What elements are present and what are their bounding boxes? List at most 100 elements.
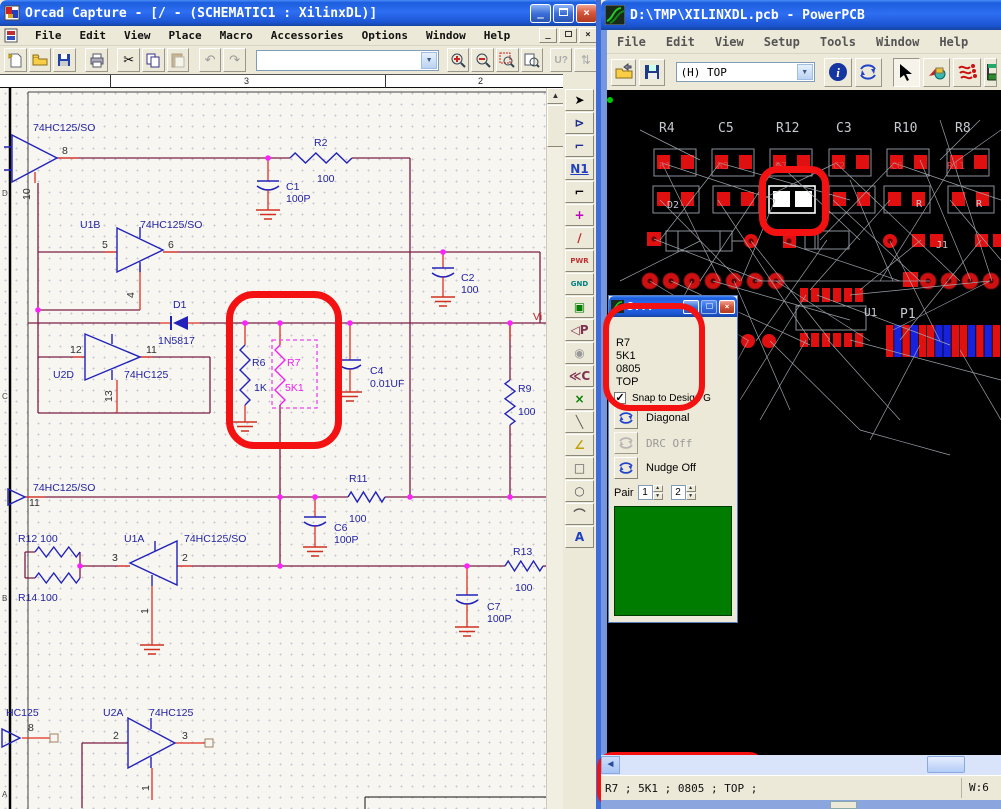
- pcb-pad[interactable]: [833, 192, 846, 206]
- p1-connector-pad[interactable]: [927, 325, 934, 357]
- pcb-save-button[interactable]: [639, 59, 664, 86]
- schematic-canvas[interactable]: 74HC125/SO810U1B74HC125/SO564R2100C1100P…: [0, 88, 546, 809]
- place-junction-tool[interactable]: +: [565, 204, 594, 226]
- mdi-minimize-button[interactable]: _: [539, 28, 557, 43]
- chevron-down-icon[interactable]: ▼: [797, 64, 813, 80]
- p1-connector-pad[interactable]: [984, 325, 991, 357]
- pcb-titlebar[interactable]: D:\TMP\XILINXDL.pcb - PowerPCB: [601, 0, 1001, 30]
- hierarchical-port-tool[interactable]: ◁P: [565, 319, 594, 341]
- orcad-menu-macro[interactable]: Macro: [218, 27, 255, 44]
- scrollbar-thumb[interactable]: [547, 105, 564, 147]
- p1-connector-pad[interactable]: [919, 325, 926, 357]
- pcb-menu-edit[interactable]: Edit: [664, 33, 697, 51]
- zoom-out-button[interactable]: [471, 48, 494, 72]
- p1-connector-pad[interactable]: [952, 325, 959, 357]
- zoom-area-button[interactable]: [496, 48, 519, 72]
- copy-button[interactable]: [142, 48, 165, 72]
- nudge-off-button[interactable]: [614, 457, 638, 479]
- no-connect-tool[interactable]: ×: [565, 388, 594, 410]
- orcad-menu-edit[interactable]: Edit: [78, 27, 109, 44]
- layer-combo[interactable]: (H) TOP ▼: [676, 62, 815, 82]
- p1-connector-pad[interactable]: [968, 325, 975, 357]
- pair2-input[interactable]: 2: [671, 485, 686, 500]
- place-bus-tool[interactable]: ⌐: [565, 181, 594, 203]
- p1-connector-pad[interactable]: [911, 325, 918, 357]
- open-button[interactable]: [29, 48, 52, 72]
- redraw-button[interactable]: [855, 58, 882, 87]
- pcb-pad[interactable]: [717, 192, 730, 206]
- orcad-menu-view[interactable]: View: [122, 27, 153, 44]
- pair1-input[interactable]: 1: [638, 485, 653, 500]
- orcad-titlebar[interactable]: Orcad Capture - [/ - (SCHEMATIC1 : Xilin…: [0, 0, 601, 26]
- pcb-pad[interactable]: [952, 192, 965, 206]
- p1-connector-pad[interactable]: [976, 325, 983, 357]
- pcb-hscrollbar[interactable]: ◄: [601, 755, 1001, 775]
- place-ground-tool[interactable]: GND: [565, 273, 594, 295]
- rectangle-tool[interactable]: □: [565, 457, 594, 479]
- zoom-all-button[interactable]: [521, 48, 544, 72]
- resistor-symbol[interactable]: [35, 573, 80, 583]
- pcb-pad[interactable]: [741, 192, 754, 206]
- pair1-spinner[interactable]: ▲▼: [653, 485, 663, 500]
- pcb-menu-tools[interactable]: Tools: [818, 33, 858, 51]
- info-button[interactable]: i: [824, 58, 851, 87]
- resistor-symbol[interactable]: [505, 380, 515, 425]
- orcad-menu-accessories[interactable]: Accessories: [269, 27, 346, 44]
- schematic-vscrollbar[interactable]: ▲: [546, 88, 563, 809]
- paste-button[interactable]: [167, 48, 190, 72]
- scroll-left-icon[interactable]: ◄: [601, 756, 620, 774]
- scroll-up-icon[interactable]: ▲: [547, 88, 564, 104]
- hierarchical-block-tool[interactable]: ▣: [565, 296, 594, 318]
- orcad-menu-place[interactable]: Place: [167, 27, 204, 44]
- update-properties-button[interactable]: ⇅: [574, 48, 597, 72]
- arc-tool[interactable]: ⌒: [565, 503, 594, 525]
- pcb-pad[interactable]: [856, 155, 869, 169]
- bus-entry-tool[interactable]: ∕: [565, 227, 594, 249]
- line-tool[interactable]: ╲: [565, 411, 594, 433]
- p1-connector-pad[interactable]: [993, 325, 1000, 357]
- select-mode-button[interactable]: [893, 58, 920, 87]
- off-page-connector-tool[interactable]: ≪C: [565, 365, 594, 387]
- panel-titlebar[interactable]: S... _ ×: [609, 296, 737, 317]
- hierarchical-pin-tool[interactable]: ◉: [565, 342, 594, 364]
- zoom-in-button[interactable]: [447, 48, 470, 72]
- ellipse-tool[interactable]: ○: [565, 480, 594, 502]
- pcb-pad[interactable]: [974, 155, 987, 169]
- p1-connector-pad[interactable]: [943, 325, 950, 357]
- diagonal-button[interactable]: [614, 407, 638, 429]
- drafting-toolbox-button[interactable]: [984, 58, 997, 87]
- cut-button[interactable]: ✂: [117, 48, 140, 72]
- scrollbar-thumb[interactable]: [927, 756, 965, 773]
- orcad-menu-file[interactable]: File: [33, 27, 64, 44]
- orcad-menu-window[interactable]: Window: [424, 27, 468, 44]
- panel-maximize-button[interactable]: [701, 300, 717, 314]
- resistor-symbol[interactable]: [35, 547, 80, 557]
- print-button[interactable]: [85, 48, 108, 72]
- pcb-menu-window[interactable]: Window: [874, 33, 921, 51]
- design-toolbox-button[interactable]: [923, 58, 950, 87]
- place-power-tool[interactable]: PWR: [565, 250, 594, 272]
- find-combo[interactable]: ▼: [256, 50, 440, 71]
- net-alias-tool[interactable]: N1: [565, 158, 594, 180]
- pcb-pad[interactable]: [739, 155, 752, 169]
- maximize-button[interactable]: [553, 4, 574, 23]
- chevron-down-icon[interactable]: ▼: [421, 52, 437, 69]
- select-tool[interactable]: ➤: [565, 89, 594, 111]
- route-toolbox-button[interactable]: [953, 58, 980, 87]
- diode-d1[interactable]: [171, 316, 188, 330]
- resistor-symbol[interactable]: [290, 153, 352, 163]
- new-button[interactable]: [4, 48, 27, 72]
- text-tool[interactable]: A: [565, 526, 594, 548]
- resistor-symbol[interactable]: [505, 561, 543, 571]
- pcb-menu-setup[interactable]: Setup: [762, 33, 802, 51]
- close-button[interactable]: ×: [576, 4, 597, 23]
- pcb-menu-view[interactable]: View: [713, 33, 746, 51]
- save-button[interactable]: [53, 48, 76, 72]
- polyline-tool[interactable]: ∠: [565, 434, 594, 456]
- selected-pad[interactable]: [773, 191, 790, 207]
- orcad-menu-options[interactable]: Options: [360, 27, 410, 44]
- pcb-pad[interactable]: [797, 155, 810, 169]
- annotate-button[interactable]: U?: [550, 48, 573, 72]
- undo-button[interactable]: ↶: [199, 48, 222, 72]
- mdi-close-button[interactable]: ×: [579, 28, 597, 43]
